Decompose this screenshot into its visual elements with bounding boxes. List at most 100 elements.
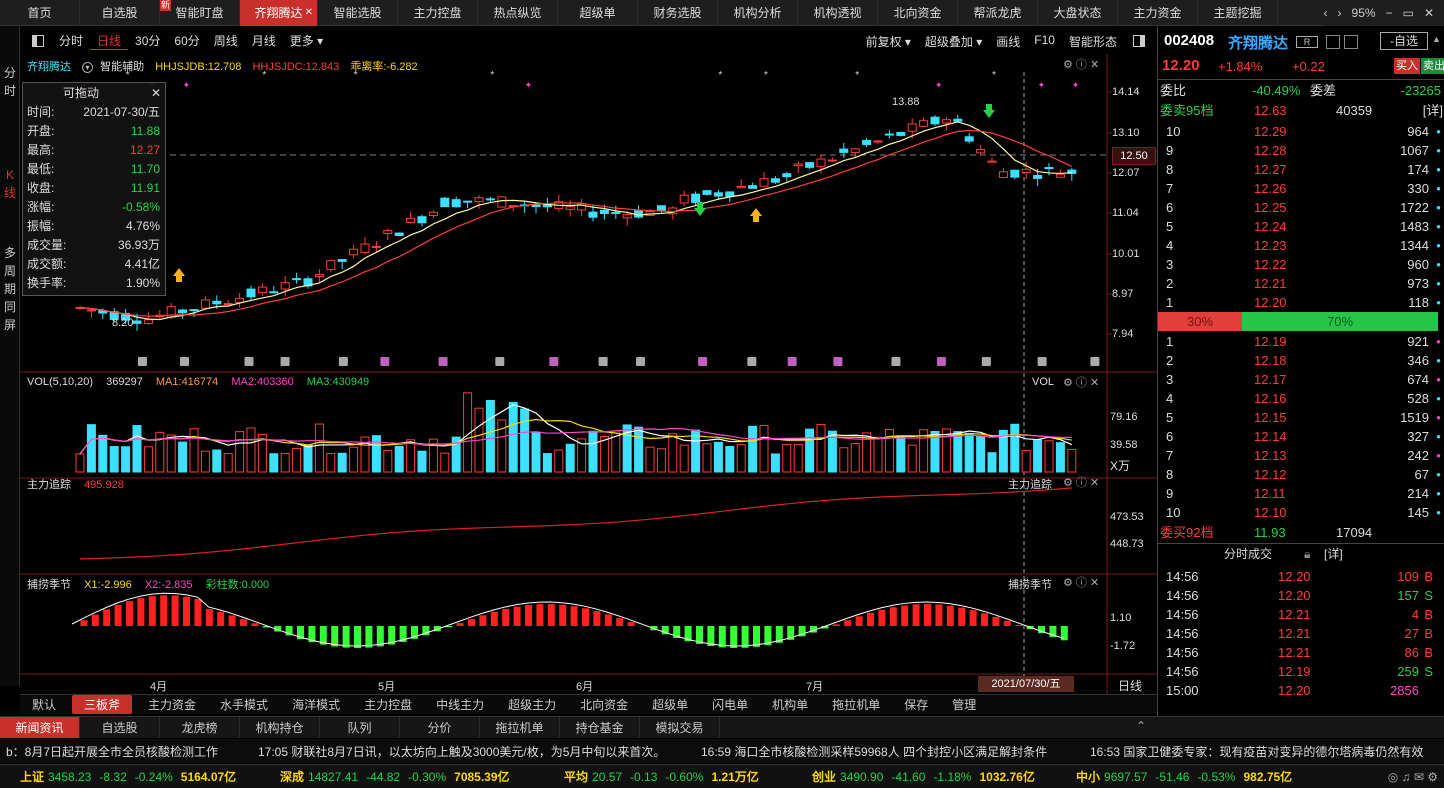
indicator-tab[interactable]: 三板斧 [72, 695, 133, 714]
nav-tab[interactable]: 主力资金 [1118, 0, 1198, 26]
news-tab[interactable]: 队列 [320, 717, 400, 738]
nav-tab[interactable]: 自选股 [80, 0, 160, 26]
nav-tab[interactable]: 超级单 [558, 0, 638, 26]
ticker-item[interactable]: 17:05 财联社8月7日讯，以太坊向上触及3000美元/枚，为5月中旬以来首次… [258, 743, 665, 760]
zoom-level[interactable]: 95% [1352, 6, 1376, 20]
indicator-tab[interactable]: 拖拉机单 [820, 695, 892, 714]
bid-row[interactable]: 5 12.15 1519 ● [1158, 408, 1444, 427]
indicator-tab[interactable]: 机构单 [760, 695, 820, 714]
index-item[interactable]: 平均 20.57 -0.13 -0.60% 1.21万亿 [564, 768, 759, 785]
news-tab[interactable]: 拖拉机单 [480, 717, 560, 738]
chart-tool[interactable]: 画线 [996, 33, 1020, 50]
period-tab[interactable]: 30分 [128, 32, 167, 50]
indicator-tab[interactable]: 管理 [940, 695, 988, 714]
ask-row[interactable]: 10 12.29 964 ● [1158, 122, 1444, 141]
rail-item[interactable]: 周 [0, 262, 20, 280]
indicator-tab[interactable]: 保存 [892, 695, 940, 714]
minimize-icon[interactable]: − [1386, 6, 1393, 20]
close-icon[interactable]: ✕ [1424, 6, 1434, 20]
rail-item[interactable]: 线 [0, 184, 20, 202]
sell-button[interactable]: 卖出 [1421, 58, 1444, 74]
indicator-tab[interactable]: 闪电单 [700, 695, 760, 714]
dropdown-icon[interactable]: ▾ [82, 62, 94, 73]
nav-tab[interactable]: 首页 [0, 0, 80, 26]
ask-row[interactable]: 5 12.24 1483 ● [1158, 217, 1444, 236]
bid-row[interactable]: 6 12.14 327 ● [1158, 427, 1444, 446]
rail-item[interactable]: 屏 [0, 316, 20, 334]
news-tab[interactable]: 分价 [400, 717, 480, 738]
news-tab[interactable]: 机构持仓 [240, 717, 320, 738]
nav-tab[interactable]: 齐翔腾达 ✕ [240, 0, 318, 26]
index-item[interactable]: 中小 9697.57 -51.46 -0.53% 982.75亿 [1076, 768, 1292, 785]
rail-item[interactable]: 同 [0, 298, 20, 316]
nav-tab[interactable]: 智能盯盘新 [160, 0, 240, 26]
index-item[interactable]: 创业 3490.90 -41.60 -1.18% 1032.76亿 [812, 768, 1035, 785]
bid-row[interactable]: 2 12.18 346 ● [1158, 351, 1444, 370]
chart-tool[interactable]: F10 [1034, 33, 1055, 50]
chart-tool[interactable]: 前复权 ▾ [866, 33, 911, 50]
nav-tab[interactable]: 财务选股 [638, 0, 718, 26]
nav-tab[interactable]: 北向资金 [878, 0, 958, 26]
bid-row[interactable]: 3 12.17 674 ● [1158, 370, 1444, 389]
ticker-item[interactable]: b：8月7日起开展全市全员核酸检测工作 [6, 743, 218, 760]
nav-tab[interactable]: 热点纵览 [478, 0, 558, 26]
index-item[interactable]: 上证 3458.23 -8.32 -0.24% 5164.07亿 [20, 768, 236, 785]
ask-row[interactable]: 3 12.22 960 ● [1158, 255, 1444, 274]
period-tab[interactable]: 日线 [90, 32, 129, 50]
maximize-icon[interactable]: ▭ [1403, 6, 1414, 20]
rail-item[interactable]: 多 [0, 244, 20, 262]
nav-tab[interactable]: 帮派龙虎 [958, 0, 1038, 26]
rail-item[interactable]: 时 [0, 82, 20, 100]
tray-icons[interactable]: ◎ ♫ ✉ ⚙ [1388, 770, 1438, 784]
panel-icon[interactable] [1326, 35, 1340, 49]
rail-item[interactable]: 期 [0, 280, 20, 298]
indicator-tab[interactable]: 主力资金 [136, 695, 208, 714]
news-tab[interactable]: 自选股 [80, 717, 160, 738]
panel-toggle-icon[interactable] [1133, 35, 1145, 47]
assist-label[interactable]: 智能辅助 [100, 61, 144, 73]
rail-item[interactable]: 分 [0, 64, 20, 82]
indicator-tab[interactable]: 超级主力 [496, 695, 568, 714]
indicator-tab[interactable]: 中线主力 [424, 695, 496, 714]
nav-tab[interactable]: 大盘状态 [1038, 0, 1118, 26]
forward-icon[interactable]: › [1338, 6, 1342, 20]
nav-tab[interactable]: 智能选股 [318, 0, 398, 26]
ask-row[interactable]: 2 12.21 973 ● [1158, 274, 1444, 293]
indicator-tab[interactable]: 水手模式 [208, 695, 280, 714]
ask-row[interactable]: 6 12.25 1722 ● [1158, 198, 1444, 217]
panel-icon-2[interactable] [1344, 35, 1358, 49]
indicator-tab[interactable]: 北向资金 [568, 695, 640, 714]
period-tab[interactable]: 60分 [167, 32, 206, 50]
indicator-tab[interactable]: 超级单 [640, 695, 700, 714]
kline-chart-area[interactable]: ✦✦✦✦✦✦✦********⚙ ⓘ ✕⚙ ⓘ ✕⚙ ⓘ ✕⚙ ⓘ ✕ [20, 54, 1157, 694]
chart-tool[interactable]: 超级叠加 ▾ [925, 33, 982, 50]
rail-item[interactable]: K [0, 166, 20, 184]
indicator-tab[interactable]: 海洋模式 [280, 695, 352, 714]
period-tab[interactable]: 周线 [207, 32, 245, 50]
period-tab[interactable]: 月线 [245, 32, 283, 50]
period-tab[interactable]: 更多 ▾ [283, 32, 330, 50]
index-item[interactable]: 深成 14827.41 -44.82 -0.30% 7085.39亿 [280, 768, 510, 785]
lock-icon[interactable]: 🔒︎ [1304, 545, 1310, 564]
scroll-icon[interactable]: ▲ [1432, 34, 1442, 48]
period-tab[interactable]: 分时 [52, 32, 90, 50]
ask-row[interactable]: 4 12.23 1344 ● [1158, 236, 1444, 255]
indicator-tab[interactable]: 主力控盘 [352, 695, 424, 714]
news-tab[interactable]: 龙虎榜 [160, 717, 240, 738]
bid-row[interactable]: 7 12.13 242 ● [1158, 446, 1444, 465]
bid-row[interactable]: 1 12.19 921 ● [1158, 332, 1444, 351]
nav-tab[interactable]: 主题挖掘 [1198, 0, 1278, 26]
ticker-item[interactable]: 16:53 国家卫健委专家：现有疫苗对变异的德尔塔病毒仍然有效 [1090, 743, 1423, 760]
tab-close-icon[interactable]: ✕ [305, 0, 313, 26]
news-tab[interactable]: 持仓基金 [560, 717, 640, 738]
collapse-icon[interactable]: ⌃ [1136, 719, 1146, 733]
news-tab[interactable]: 模拟交易 [640, 717, 720, 738]
indicator-tab[interactable]: 默认 [20, 695, 68, 714]
ask-row[interactable]: 9 12.28 1067 ● [1158, 141, 1444, 160]
bid-row[interactable]: 8 12.12 67 ● [1158, 465, 1444, 484]
ask-row[interactable]: 8 12.27 174 ● [1158, 160, 1444, 179]
watchlist-button[interactable]: -自选 [1380, 32, 1428, 50]
ask-row[interactable]: 1 12.20 118 ● [1158, 293, 1444, 312]
buy-button[interactable]: 买入 [1394, 58, 1420, 74]
bid-row[interactable]: 9 12.11 214 ● [1158, 484, 1444, 503]
